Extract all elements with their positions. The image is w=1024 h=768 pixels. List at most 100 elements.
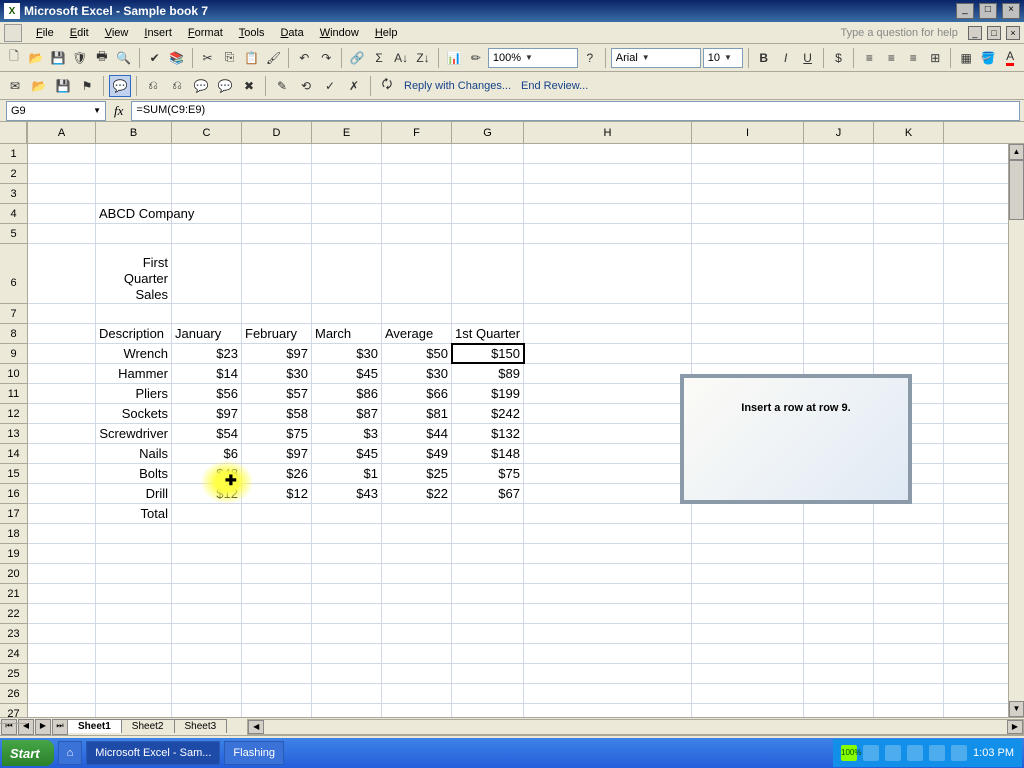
cell-J1[interactable] <box>804 144 874 163</box>
undo-icon[interactable]: ↶ <box>294 47 314 69</box>
row-header-16[interactable]: 16 <box>0 484 27 504</box>
cell-B16[interactable]: Drill <box>96 484 172 503</box>
cell-H9[interactable] <box>524 344 692 363</box>
row-header-15[interactable]: 15 <box>0 464 27 484</box>
cell-C11[interactable]: $56 <box>172 384 242 403</box>
minimize-button[interactable]: _ <box>956 3 974 19</box>
cell-I25[interactable] <box>692 664 804 683</box>
row-header-14[interactable]: 14 <box>0 444 27 464</box>
tray-battery-icon[interactable]: 100% <box>841 745 857 761</box>
cell-C22[interactable] <box>172 604 242 623</box>
drawing-icon[interactable]: ✏ <box>466 47 486 69</box>
cell-J4[interactable] <box>804 204 874 223</box>
cell-B8[interactable]: Description <box>96 324 172 343</box>
cell-J24[interactable] <box>804 644 874 663</box>
fx-icon[interactable]: fx <box>114 103 123 119</box>
cell-F16[interactable]: $22 <box>382 484 452 503</box>
cell-D3[interactable] <box>242 184 312 203</box>
cell-F10[interactable]: $30 <box>382 364 452 383</box>
cell-F24[interactable] <box>382 644 452 663</box>
cell-H27[interactable] <box>524 704 692 717</box>
cell-E16[interactable]: $43 <box>312 484 382 503</box>
cell-H22[interactable] <box>524 604 692 623</box>
cell-E7[interactable] <box>312 304 382 323</box>
cell-G27[interactable] <box>452 704 524 717</box>
cell-B1[interactable] <box>96 144 172 163</box>
vertical-scrollbar[interactable]: ▲ ▼ <box>1008 144 1024 717</box>
row-header-27[interactable]: 27 <box>0 704 27 724</box>
cell-E8[interactable]: March <box>312 324 382 343</box>
cell-F19[interactable] <box>382 544 452 563</box>
cell-J21[interactable] <box>804 584 874 603</box>
cell-E1[interactable] <box>312 144 382 163</box>
scroll-thumb[interactable] <box>1009 160 1024 220</box>
reject-change-icon[interactable]: ✗ <box>343 75 365 97</box>
cell-E23[interactable] <box>312 624 382 643</box>
cell-A22[interactable] <box>28 604 96 623</box>
cell-K18[interactable] <box>874 524 944 543</box>
cell-I1[interactable] <box>692 144 804 163</box>
cell-D19[interactable] <box>242 544 312 563</box>
row-header-24[interactable]: 24 <box>0 644 27 664</box>
accept-change-icon[interactable]: ✓ <box>319 75 341 97</box>
column-header-K[interactable]: K <box>874 122 944 143</box>
tray-volume-icon[interactable] <box>907 745 923 761</box>
cell-G8[interactable]: 1st Quarter <box>452 324 524 343</box>
cell-D7[interactable] <box>242 304 312 323</box>
cell-H16[interactable] <box>524 484 692 503</box>
cell-J22[interactable] <box>804 604 874 623</box>
maximize-button[interactable]: □ <box>979 3 997 19</box>
merge-icon[interactable]: ⊞ <box>925 47 945 69</box>
cell-H6[interactable] <box>524 244 692 303</box>
cell-A1[interactable] <box>28 144 96 163</box>
comment-prev-icon[interactable]: ⎌ <box>142 75 164 97</box>
cell-A4[interactable] <box>28 204 96 223</box>
cell-G17[interactable] <box>452 504 524 523</box>
cell-C5[interactable] <box>172 224 242 243</box>
doc-restore-button[interactable]: □ <box>987 26 1001 40</box>
cell-F17[interactable] <box>382 504 452 523</box>
fill-color-icon[interactable]: 🪣 <box>978 47 998 69</box>
doc-minimize-button[interactable]: _ <box>968 26 982 40</box>
cell-K17[interactable] <box>874 504 944 523</box>
cell-F11[interactable]: $66 <box>382 384 452 403</box>
cell-G20[interactable] <box>452 564 524 583</box>
update-file-icon[interactable]: 🗘 <box>376 75 398 97</box>
cell-G9[interactable]: $150 <box>452 344 524 363</box>
cell-H7[interactable] <box>524 304 692 323</box>
cell-H25[interactable] <box>524 664 692 683</box>
cell-H13[interactable] <box>524 424 692 443</box>
cell-K20[interactable] <box>874 564 944 583</box>
cell-G24[interactable] <box>452 644 524 663</box>
cell-B5[interactable] <box>96 224 172 243</box>
cell-C4[interactable] <box>172 204 242 223</box>
cell-H8[interactable] <box>524 324 692 343</box>
cell-J8[interactable] <box>804 324 874 343</box>
cell-D20[interactable] <box>242 564 312 583</box>
cell-G16[interactable]: $67 <box>452 484 524 503</box>
cell-E5[interactable] <box>312 224 382 243</box>
cell-C14[interactable]: $6 <box>172 444 242 463</box>
cut-icon[interactable]: ✂ <box>198 47 218 69</box>
bold-icon[interactable]: B <box>754 47 774 69</box>
cell-G11[interactable]: $199 <box>452 384 524 403</box>
sort-desc-icon[interactable]: Z↓ <box>413 47 433 69</box>
cell-G13[interactable]: $132 <box>452 424 524 443</box>
row-header-13[interactable]: 13 <box>0 424 27 444</box>
cell-F26[interactable] <box>382 684 452 703</box>
cell-I3[interactable] <box>692 184 804 203</box>
row-header-6[interactable]: 6 <box>0 244 27 304</box>
cell-F5[interactable] <box>382 224 452 243</box>
cell-G25[interactable] <box>452 664 524 683</box>
tab-last-button[interactable]: ⏭ <box>52 719 68 735</box>
cell-D2[interactable] <box>242 164 312 183</box>
column-header-J[interactable]: J <box>804 122 874 143</box>
row-header-5[interactable]: 5 <box>0 224 27 244</box>
sheet-tab-sheet1[interactable]: Sheet1 <box>67 719 122 733</box>
cell-J27[interactable] <box>804 704 874 717</box>
menu-help[interactable]: Help <box>367 25 406 41</box>
redo-icon[interactable]: ↷ <box>316 47 336 69</box>
cell-H23[interactable] <box>524 624 692 643</box>
cell-I21[interactable] <box>692 584 804 603</box>
column-header-I[interactable]: I <box>692 122 804 143</box>
